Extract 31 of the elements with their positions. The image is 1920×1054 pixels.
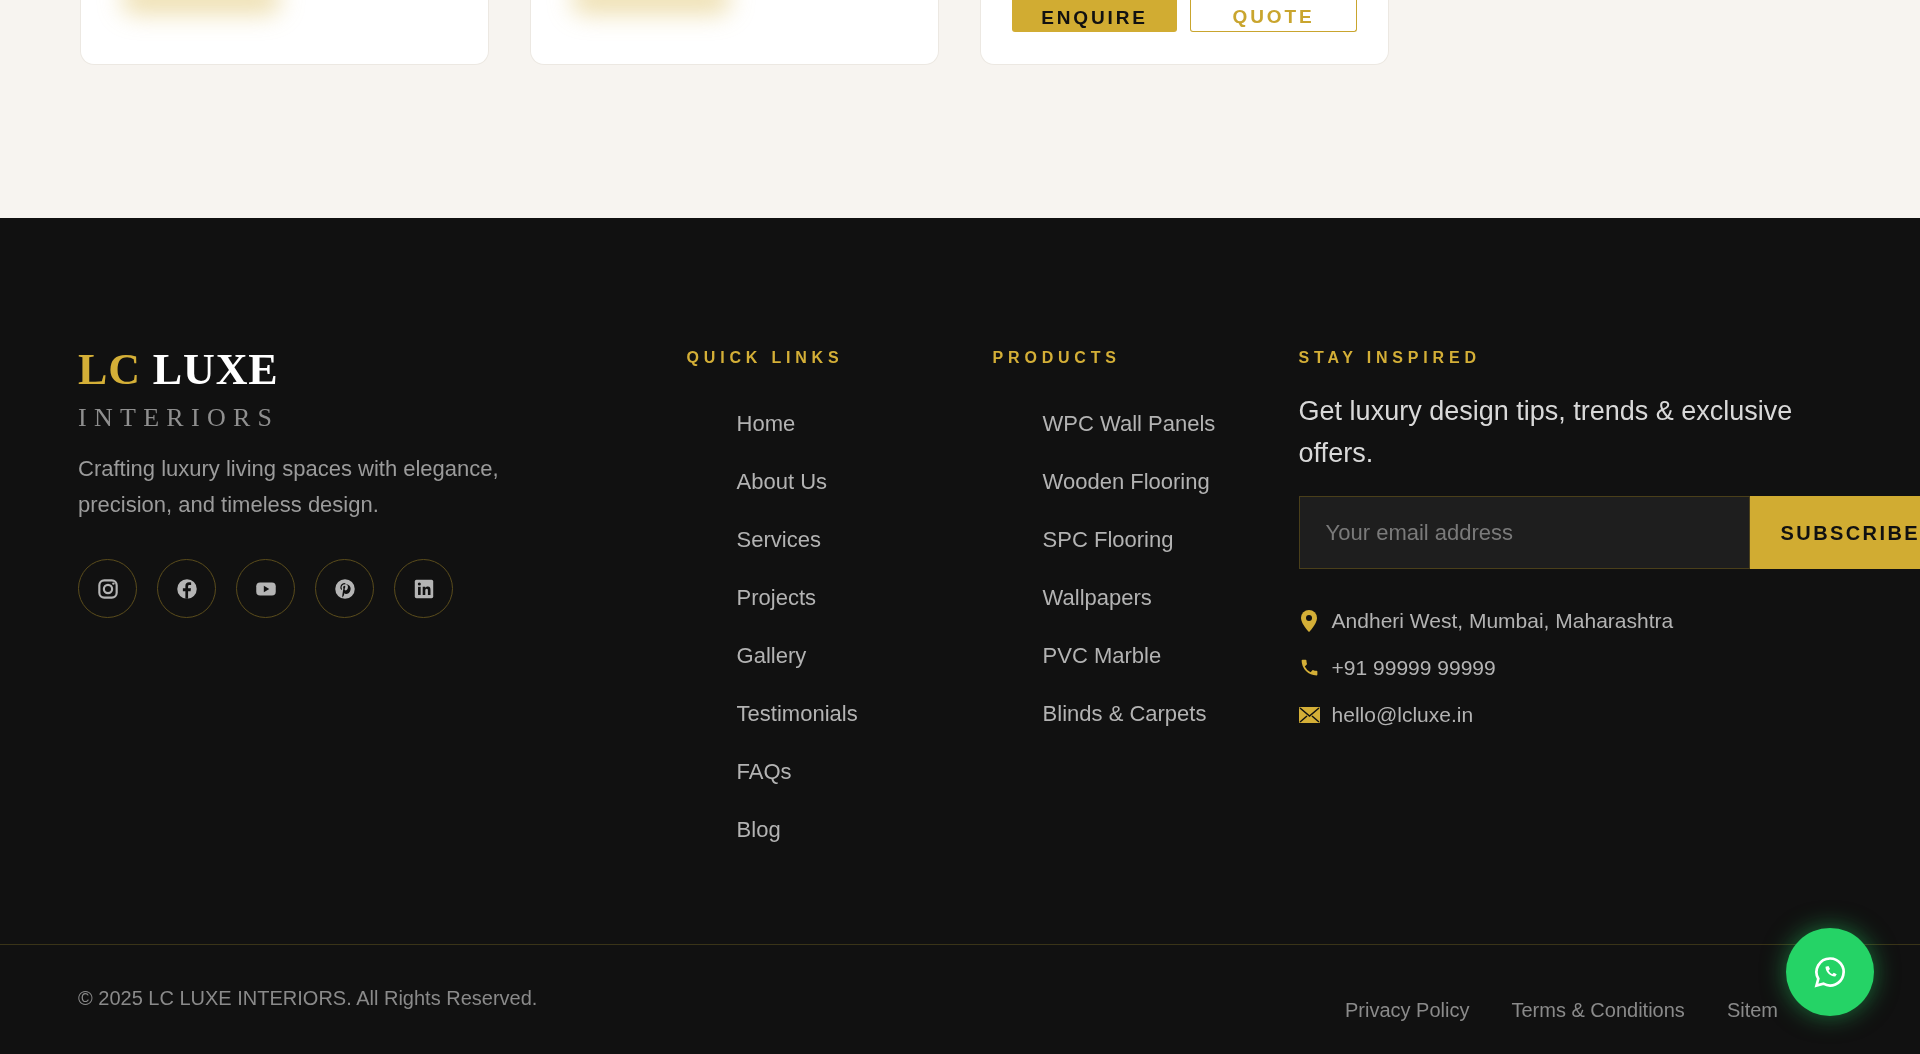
- footer-link[interactable]: About Us: [736, 464, 828, 500]
- legal-link[interactable]: Privacy Policy: [1345, 995, 1470, 1025]
- footer-link[interactable]: Wooden Flooring: [1042, 464, 1210, 500]
- email-field[interactable]: Your email address: [1298, 496, 1750, 569]
- subscribe-button[interactable]: SUBSCRIBE: [1749, 496, 1920, 569]
- contact-text: hello@lcluxe.in: [1331, 701, 1474, 728]
- footer-link[interactable]: Home: [736, 406, 796, 442]
- footer-link[interactable]: Blog: [736, 812, 781, 848]
- newsletter-text: Get luxury design tips, trends & exclusive offers.: [1298, 395, 1794, 470]
- footer-link[interactable]: Gallery: [736, 638, 807, 674]
- footer-link[interactable]: Services: [736, 522, 821, 558]
- column-heading: PRODUCTS: [992, 348, 1121, 368]
- brand-logo: LC LUXE: [78, 346, 279, 394]
- brand-subtitle: INTERIORS: [78, 402, 280, 434]
- footer-link[interactable]: WPC Wall Panels: [1042, 406, 1216, 442]
- column-heading: STAY INSPIRED: [1298, 348, 1481, 368]
- footer-link[interactable]: FAQs: [736, 754, 792, 790]
- contact-text: Andheri West, Mumbai, Maharashtra: [1331, 607, 1674, 634]
- copyright-text: © 2025 LC LUXE INTERIORS. All Rights Reserved.: [78, 986, 538, 1011]
- brand-tagline: Crafting luxury living spaces with elegance, precision, and timeless design.: [78, 455, 500, 519]
- footer-link[interactable]: Blinds & Carpets: [1042, 696, 1207, 732]
- footer-link[interactable]: Projects: [736, 580, 817, 616]
- column-heading: QUICK LINKS: [686, 348, 844, 368]
- legal-link[interactable]: Terms & Conditions: [1511, 995, 1685, 1025]
- contact-text: +91 99999 99999: [1331, 654, 1496, 681]
- footer-link[interactable]: PVC Marble: [1042, 638, 1162, 674]
- footer-link[interactable]: Testimonials: [736, 696, 858, 732]
- footer-link[interactable]: Wallpapers: [1042, 580, 1152, 616]
- footer-link[interactable]: SPC Flooring: [1042, 522, 1174, 558]
- enquire-button[interactable]: ENQUIRE: [1012, 0, 1177, 32]
- legal-link[interactable]: Sitem: [1726, 995, 1778, 1025]
